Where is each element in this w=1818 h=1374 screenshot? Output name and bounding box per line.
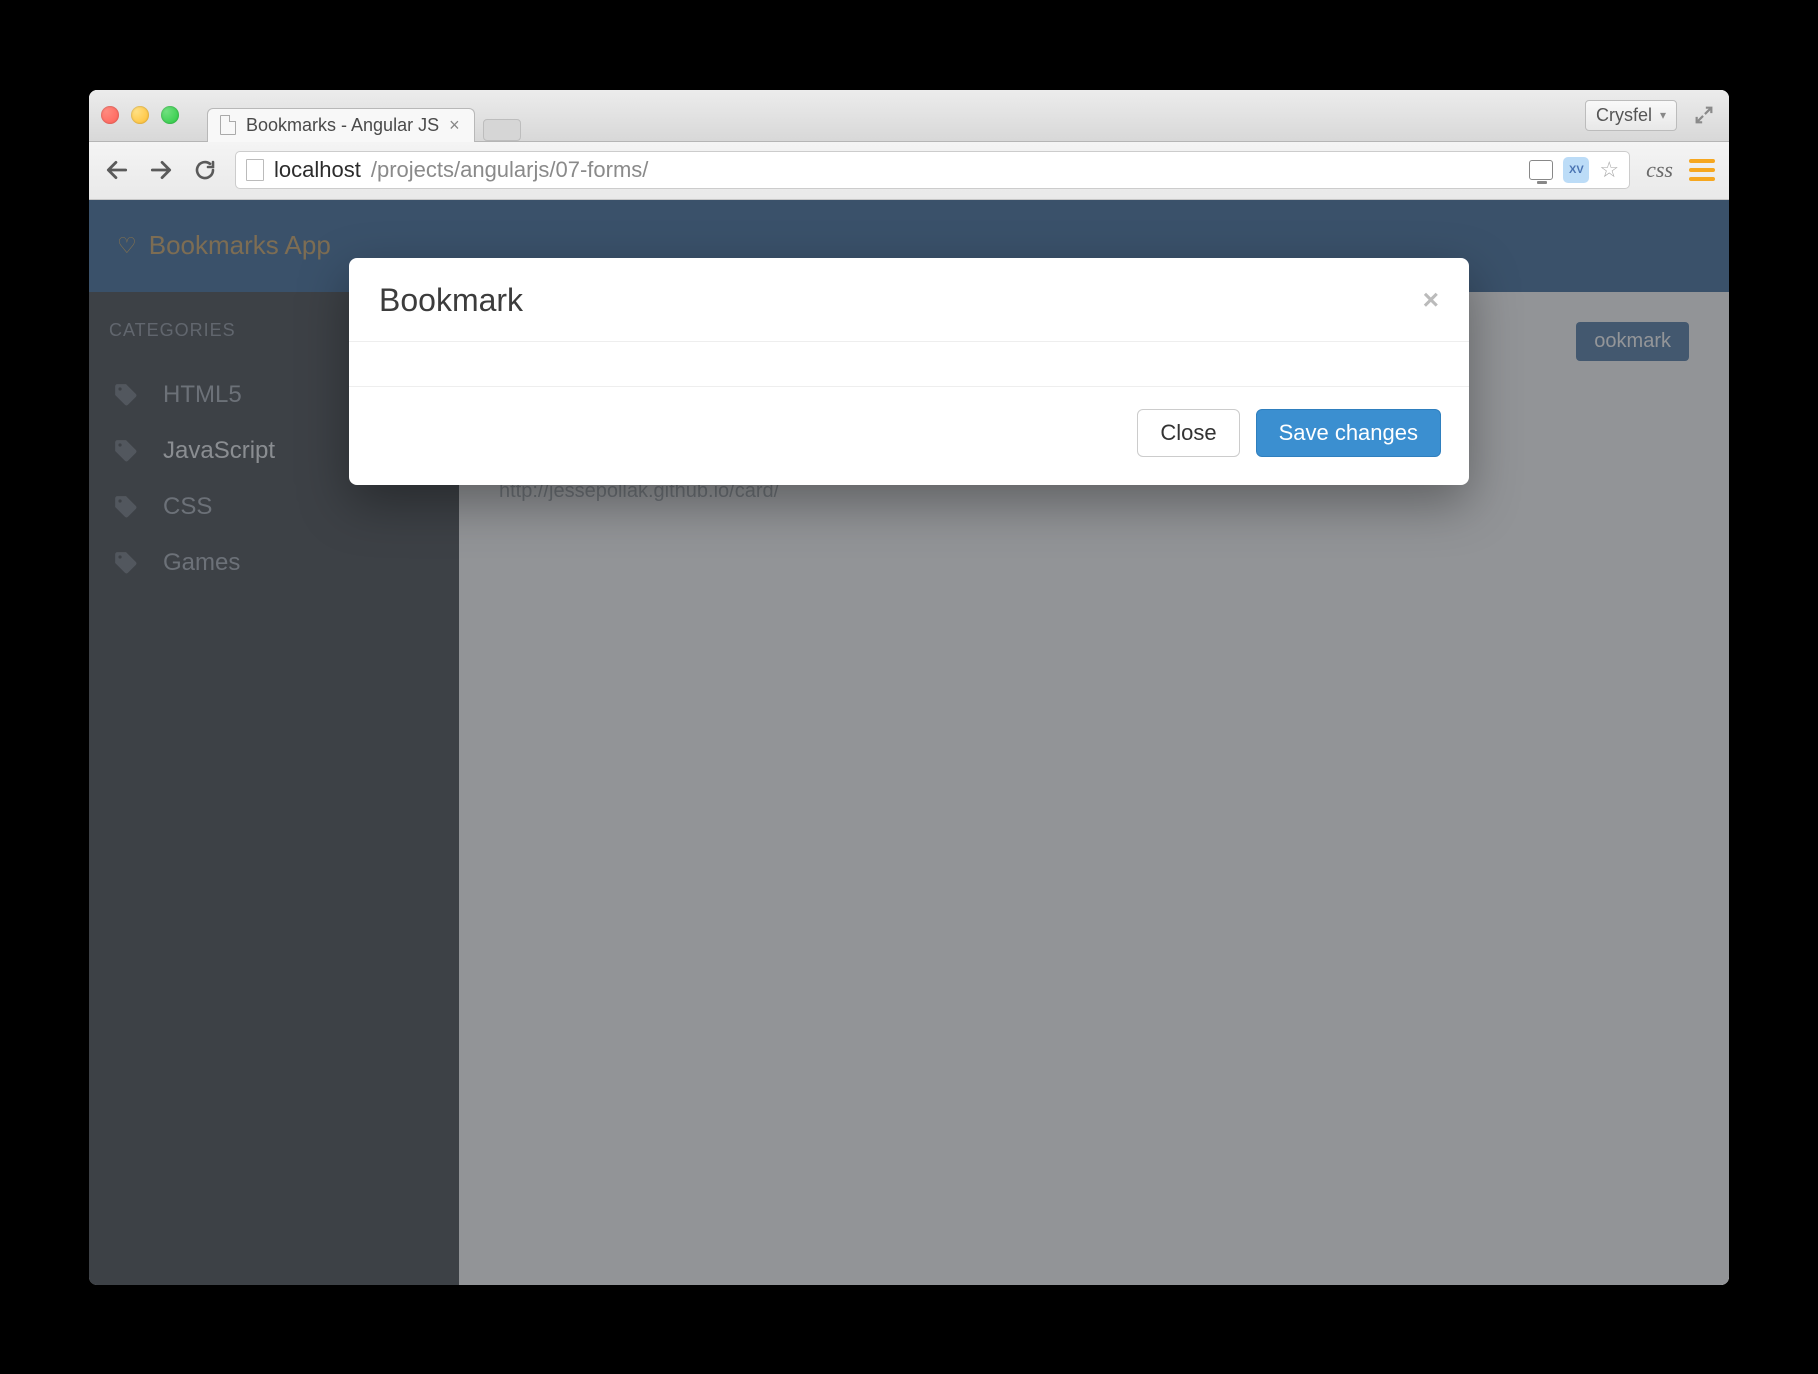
bookmark-star-icon[interactable]: ☆ bbox=[1599, 157, 1619, 183]
zoom-window-button[interactable] bbox=[161, 106, 179, 124]
toolbar: localhost/projects/angularjs/07-forms/ X… bbox=[89, 142, 1729, 200]
browser-tab[interactable]: Bookmarks - Angular JS × bbox=[207, 108, 475, 142]
app: ♡ Bookmarks App CATEGORIES HTML5 JavaScr… bbox=[89, 200, 1729, 1285]
xv-extension-icon[interactable]: XV bbox=[1563, 157, 1589, 183]
address-host: localhost bbox=[274, 157, 361, 183]
new-tab-button[interactable] bbox=[483, 119, 521, 141]
back-button[interactable] bbox=[103, 156, 131, 184]
modal-title: Bookmark bbox=[379, 282, 523, 319]
minimize-window-button[interactable] bbox=[131, 106, 149, 124]
address-icons: XV ☆ bbox=[1529, 157, 1619, 183]
titlebar-right: Crysfel ▾ bbox=[1585, 100, 1717, 131]
window-controls bbox=[101, 106, 179, 124]
tab-bar: Bookmarks - Angular JS × bbox=[207, 90, 1585, 141]
close-tab-icon[interactable]: × bbox=[449, 115, 460, 136]
save-changes-button[interactable]: Save changes bbox=[1256, 409, 1441, 457]
browser-window: Bookmarks - Angular JS × Crysfel ▾ bbox=[89, 90, 1729, 1285]
address-path: /projects/angularjs/07-forms/ bbox=[371, 157, 649, 183]
forward-button[interactable] bbox=[147, 156, 175, 184]
titlebar: Bookmarks - Angular JS × Crysfel ▾ bbox=[89, 90, 1729, 142]
fullscreen-icon[interactable] bbox=[1691, 102, 1717, 128]
modal-header: Bookmark × bbox=[349, 258, 1469, 341]
menu-icon[interactable] bbox=[1689, 159, 1715, 181]
close-button[interactable]: Close bbox=[1137, 409, 1239, 457]
close-window-button[interactable] bbox=[101, 106, 119, 124]
devices-icon[interactable] bbox=[1529, 160, 1553, 180]
page-icon bbox=[220, 115, 236, 135]
tab-title: Bookmarks - Angular JS bbox=[246, 115, 439, 136]
address-bar[interactable]: localhost/projects/angularjs/07-forms/ X… bbox=[235, 151, 1630, 189]
bookmark-modal: Bookmark × Close Save changes bbox=[349, 258, 1469, 485]
page-icon bbox=[246, 159, 264, 181]
user-name: Crysfel bbox=[1596, 105, 1652, 126]
user-menu-button[interactable]: Crysfel ▾ bbox=[1585, 100, 1677, 131]
modal-body bbox=[349, 342, 1469, 386]
css-extension-button[interactable]: css bbox=[1646, 157, 1673, 183]
reload-button[interactable] bbox=[191, 156, 219, 184]
modal-footer: Close Save changes bbox=[349, 386, 1469, 485]
chevron-down-icon: ▾ bbox=[1660, 108, 1666, 122]
close-icon[interactable]: × bbox=[1423, 284, 1439, 316]
